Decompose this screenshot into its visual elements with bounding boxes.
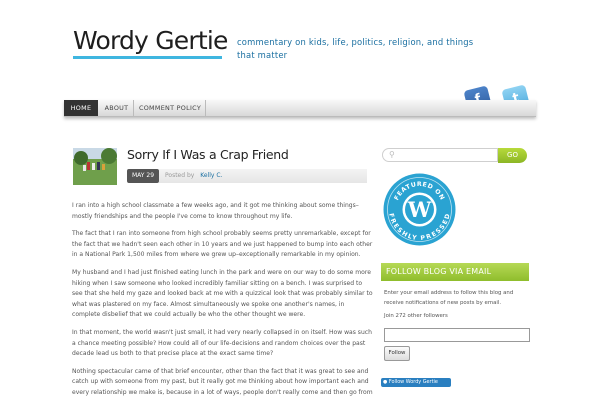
post-thumbnail[interactable] xyxy=(73,148,117,185)
main-navigation: HOME ABOUT COMMENT POLICY xyxy=(64,100,536,117)
title-underline xyxy=(73,56,222,59)
follower-count: Join 272 other followers xyxy=(384,313,448,319)
post-paragraph: The fact that I ran into someone from hi… xyxy=(72,230,373,259)
post-byline: Posted by Kelly C. xyxy=(159,169,367,183)
site-tagline: commentary on kids, life, politics, reli… xyxy=(237,37,474,60)
post-author-link[interactable]: Kelly C. xyxy=(200,172,222,179)
post-paragraph: In that moment, the world wasn't just sm… xyxy=(72,328,372,358)
search-input[interactable]: ⚲ xyxy=(382,148,498,162)
follow-blog-widget-button[interactable]: ● Follow Wordy Gertie xyxy=(381,378,451,387)
email-field[interactable] xyxy=(384,328,530,342)
freshly-pressed-badge[interactable]: FEATURED ON FRESHLY PRESSED W xyxy=(382,172,457,247)
post-paragraph: I ran into a high school classmate a few… xyxy=(72,202,359,220)
nav-item-comment-policy[interactable]: COMMENT POLICY xyxy=(135,100,206,116)
follow-widget-heading: FOLLOW BLOG VIA EMAIL xyxy=(381,263,529,281)
post-thumbnail-image xyxy=(73,148,117,185)
post-date-badge: MAY 29 xyxy=(127,169,159,183)
post-content: I ran into a high school classmate a few… xyxy=(72,201,374,406)
follow-description: Enter your email address to follow this … xyxy=(384,290,514,306)
follow-blog-widget-label: Follow Wordy Gertie xyxy=(388,379,438,385)
post-paragraph: Nothing spectacular came of that brief e… xyxy=(72,367,373,396)
nav-item-home[interactable]: HOME xyxy=(64,100,98,116)
nav-item-about[interactable]: ABOUT xyxy=(100,100,134,116)
svg-text:W: W xyxy=(407,197,432,222)
search-icon: ⚲ xyxy=(389,150,395,159)
posted-by-label: Posted by xyxy=(165,172,195,179)
follow-button[interactable]: Follow xyxy=(384,346,410,361)
post-paragraph: My husband and I had just finished eatin… xyxy=(72,268,373,319)
wordpress-icon: ● xyxy=(383,379,388,385)
search-go-button[interactable]: GO xyxy=(498,148,527,163)
freshly-pressed-badge-graphic: FEATURED ON FRESHLY PRESSED W xyxy=(383,173,456,246)
site-title[interactable]: Wordy Gertie xyxy=(73,26,228,55)
post-title[interactable]: Sorry If I Was a Crap Friend xyxy=(127,147,289,162)
